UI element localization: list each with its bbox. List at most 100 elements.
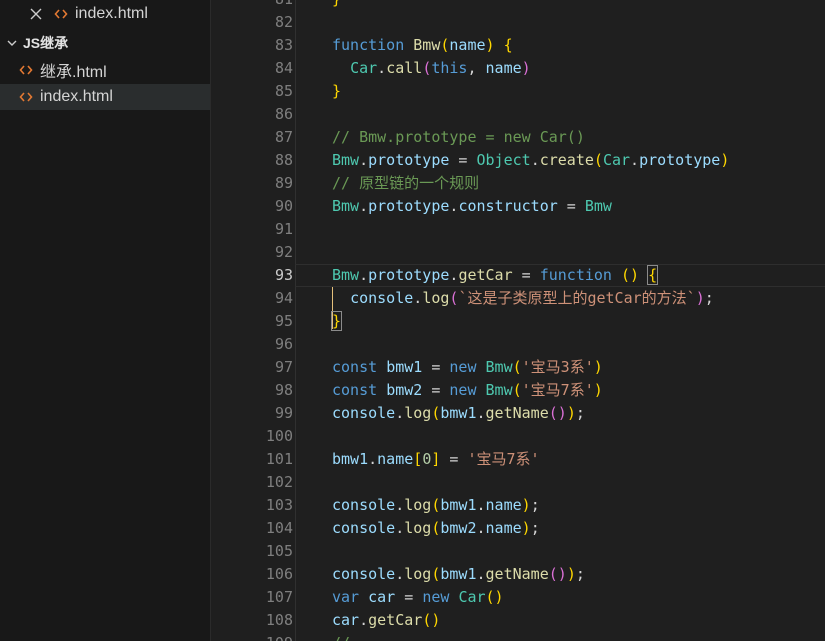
code-token: = [422, 381, 450, 399]
code-line[interactable]: } [332, 0, 341, 11]
line-number: 83 [274, 36, 293, 54]
explorer-sidebar: index.html JS继承 继承.html index.html [0, 0, 211, 641]
line-number: 96 [274, 335, 293, 353]
code-editor[interactable]: 81 82 83 84 85 86 87 88 89 90 91 92 93 94 95 96 97 98 99 10… [211, 0, 825, 641]
code-token: car [332, 611, 360, 629]
line-number: 100 [265, 427, 293, 445]
file-item-index-html[interactable]: index.html [0, 84, 210, 110]
code-token: const [332, 381, 387, 399]
line-number: 86 [274, 105, 293, 123]
html-file-icon [18, 62, 34, 78]
code-token: = [440, 450, 468, 468]
code-token: getName [485, 404, 549, 422]
code-token: log [404, 496, 432, 514]
code-token: [ [413, 450, 423, 468]
code-token: } [332, 82, 342, 100]
code-line[interactable]: car.getCar() [332, 609, 440, 632]
code-line[interactable]: // Bmw.prototype = new Car() [332, 126, 585, 149]
code-line[interactable]: Bmw.prototype.getCar = function () { [332, 264, 659, 287]
code-token: prototype [368, 266, 450, 284]
code-token: ) [566, 565, 576, 583]
code-token: call [386, 59, 423, 77]
open-editor-item[interactable]: index.html [0, 1, 210, 27]
code-token: . [359, 151, 369, 169]
code-token: bmw1 [440, 404, 477, 422]
code-line[interactable]: console.log(bmw1.getName()); [332, 563, 585, 586]
chevron-down-icon [6, 37, 18, 49]
code-token: Bmw [332, 266, 360, 284]
folder-js-inheritance[interactable]: JS继承 [0, 30, 210, 56]
line-number: 94 [274, 289, 293, 307]
line-number: 99 [274, 404, 293, 422]
code-token: () [422, 611, 441, 629]
line-number: 95 [274, 312, 293, 330]
code-token: // [332, 634, 350, 641]
code-token: ( [422, 59, 432, 77]
code-line[interactable]: const bmw1 = new Bmw('宝马3系') [332, 356, 603, 379]
line-number: 102 [265, 473, 293, 491]
vscode-window: index.html JS继承 继承.html index.html 81828… [0, 0, 825, 641]
code-line[interactable]: const bmw2 = new Bmw('宝马7系') [332, 379, 603, 402]
code-line[interactable]: // 原型链的一个规则 [332, 172, 479, 195]
line-number: 88 [274, 151, 293, 169]
code-token: ; [575, 565, 585, 583]
code-line[interactable]: bmw1.name[0] = '宝马7系' [332, 448, 540, 471]
code-line[interactable]: var car = new Car() [332, 586, 504, 609]
code-line[interactable]: console.log(bmw1.name); [332, 494, 540, 517]
code-line[interactable]: } [332, 80, 341, 103]
code-token: function [332, 36, 414, 54]
line-number: 81 [211, 0, 293, 11]
code-line[interactable]: function Bmw(name) { [332, 34, 513, 57]
code-line[interactable]: console.log(bmw1.getName()); [332, 402, 585, 425]
code-token: = [422, 358, 450, 376]
code-token: getName [485, 565, 549, 583]
code-token: console [332, 565, 396, 583]
code-text-area[interactable]: } function Bmw(name) { Car.call(this, nam… [330, 0, 825, 641]
code-token: () [548, 565, 567, 583]
code-token: create [539, 151, 594, 169]
file-label: index.html [40, 88, 113, 105]
code-token: . [530, 151, 540, 169]
code-token: . [359, 266, 369, 284]
line-number: 107 [265, 588, 293, 606]
code-token: getCar [368, 611, 423, 629]
code-token: log [404, 404, 432, 422]
code-token: ( [593, 151, 603, 169]
code-token: ( [512, 358, 522, 376]
code-line[interactable]: } [330, 310, 343, 333]
code-token: new [449, 381, 486, 399]
code-token: // Bmw.prototype = new Car() [332, 128, 585, 146]
line-number: 98 [274, 381, 293, 399]
code-token: name [377, 450, 414, 468]
code-token: ) [695, 289, 705, 307]
code-line[interactable]: Bmw.prototype.constructor = Bmw [332, 195, 612, 218]
code-token: ; [530, 519, 540, 537]
code-token: . [395, 404, 405, 422]
code-token: name [485, 519, 522, 537]
code-token: Bmw [584, 197, 612, 215]
line-number: 89 [274, 174, 293, 192]
code-line[interactable]: Car.call(this, name) [332, 57, 531, 80]
code-token: = [512, 266, 540, 284]
code-token: Bmw [485, 358, 513, 376]
code-token: bmw2 [440, 519, 477, 537]
code-token: ) [485, 36, 495, 54]
code-line[interactable]: console.log(`这是子类原型上的getCar的方法`); [332, 287, 714, 310]
code-token: car [368, 588, 396, 606]
code-line[interactable]: Bmw.prototype = Object.create(Car.protot… [332, 149, 729, 172]
code-token: `这是子类原型上的getCar的方法` [458, 289, 696, 307]
code-token: console [332, 519, 396, 537]
code-token: console [350, 289, 414, 307]
code-token: console [332, 404, 396, 422]
code-token: = [557, 197, 585, 215]
file-item-inheritance-html[interactable]: 继承.html [0, 57, 210, 83]
code-line[interactable]: console.log(bmw2.name); [332, 517, 540, 540]
line-number: 104 [265, 519, 293, 537]
code-line[interactable]: // [332, 632, 350, 641]
code-token: bmw1 [440, 496, 477, 514]
code-token: Bmw [332, 151, 360, 169]
code-token: ( [512, 381, 522, 399]
close-icon[interactable] [28, 6, 44, 22]
